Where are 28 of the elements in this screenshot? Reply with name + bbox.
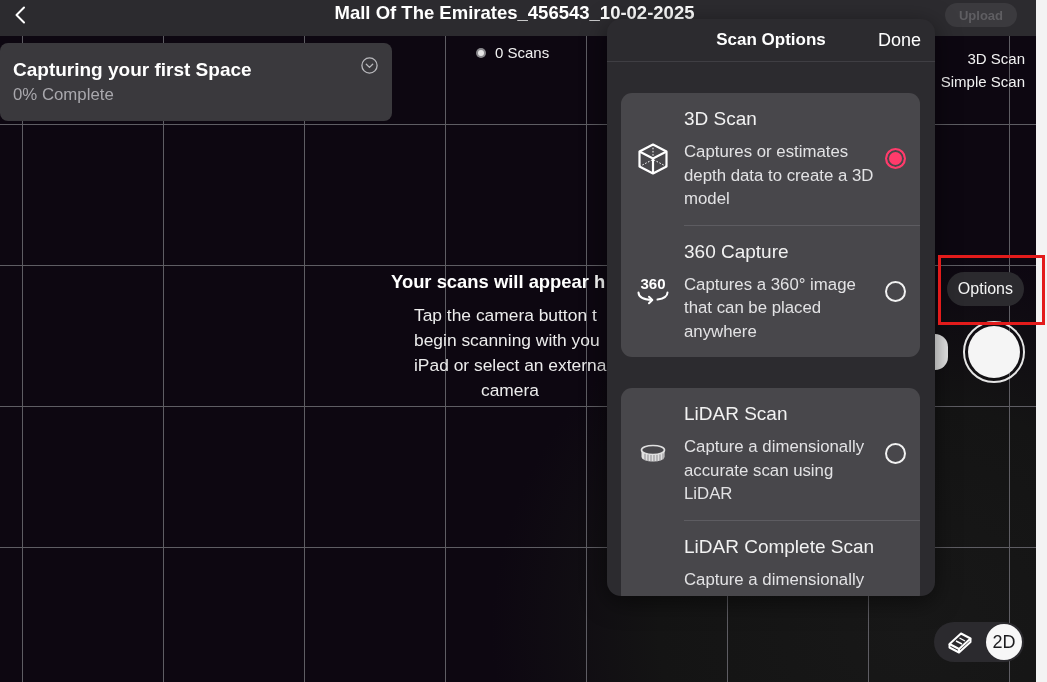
empty-state-heading: Your scans will appear h [391,270,606,294]
cylinder-icon [639,443,666,464]
option-title: 360 Capture [684,239,790,264]
option-title: LiDAR Complete Scan [684,534,876,559]
progress-text: 0% Complete [13,84,115,106]
option-description: Capture a dimensionally [684,568,866,591]
radio-button[interactable] [885,148,906,170]
scan-mode-label[interactable]: Simple Scan [940,70,1025,93]
options-button[interactable]: Options [946,272,1024,306]
chevron-down-circle-icon[interactable] [361,57,378,74]
view-option[interactable]: 2D [986,624,1022,660]
option-description: Captures a 360° image that can be placed anywhere [684,273,857,343]
option-title: 3D Scan [684,107,758,131]
option-description: Capture a dimensionally accurate scan using LiDAR [684,436,866,505]
screen-title: Mall Of The Emirates_456543_10-02-2025 [334,2,695,23]
status-dot-icon [476,48,486,58]
round-button[interactable] [935,334,948,370]
chevron-left-icon [14,6,26,24]
empty-state-text: Tap the camera button t begin scanning with you iPad or select an externa camera [414,304,606,402]
scan-mode-label[interactable]: 3D Scan [967,47,1025,70]
box-icon [947,630,973,654]
option-title: LiDAR Scan [684,402,789,426]
done-button[interactable]: Done [877,29,921,51]
cube-icon [635,141,670,176]
panel-title: Scan Options [716,30,826,50]
card-title: Capturing your first Space [13,58,252,82]
option-description: Captures or estimates depth data to create a 3D model [684,141,875,210]
scan-count: 0 Scans [495,44,550,62]
